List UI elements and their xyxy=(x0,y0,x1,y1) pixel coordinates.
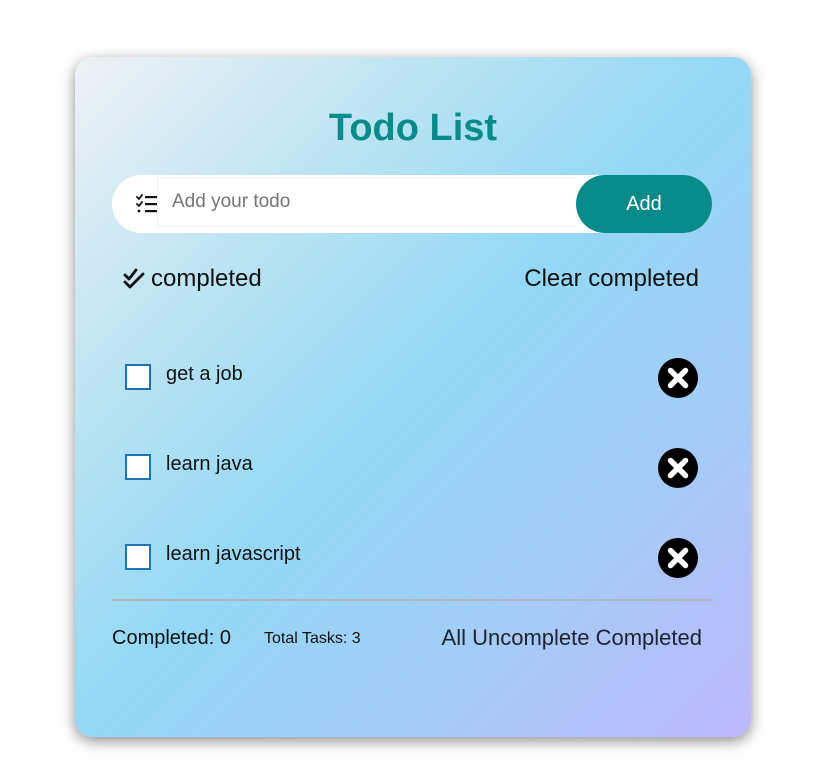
checklist-icon xyxy=(136,194,157,213)
todo-item: learn java xyxy=(125,447,699,491)
todo-text: learn java xyxy=(166,453,253,475)
add-button[interactable]: Add xyxy=(576,175,712,233)
todo-checkbox[interactable] xyxy=(125,364,151,390)
todo-checkbox[interactable] xyxy=(125,544,151,570)
page-title: Todo List xyxy=(328,107,498,149)
completed-filter-label: completed xyxy=(151,265,262,292)
double-check-icon xyxy=(123,268,145,289)
todo-text: get a job xyxy=(166,363,243,385)
divider xyxy=(112,599,712,601)
todo-input-bar: Add xyxy=(112,175,712,233)
todo-text: learn javascript xyxy=(166,543,301,565)
todo-item: learn javascript xyxy=(125,537,699,581)
todo-item: get a job xyxy=(125,357,699,401)
complete-all-button[interactable]: All Uncomplete Completed xyxy=(442,625,702,651)
delete-icon[interactable] xyxy=(657,357,699,399)
completed-filter[interactable]: completed xyxy=(123,263,262,295)
todo-card: Todo List Add completed Clear completed … xyxy=(75,57,751,737)
delete-icon[interactable] xyxy=(657,447,699,489)
completed-count: Completed: 0 xyxy=(112,627,231,649)
todo-input[interactable] xyxy=(157,177,577,227)
clear-completed-button[interactable]: Clear completed xyxy=(524,263,699,295)
total-tasks-count: Total Tasks: 3 xyxy=(264,630,361,647)
delete-icon[interactable] xyxy=(657,537,699,579)
todo-checkbox[interactable] xyxy=(125,454,151,480)
